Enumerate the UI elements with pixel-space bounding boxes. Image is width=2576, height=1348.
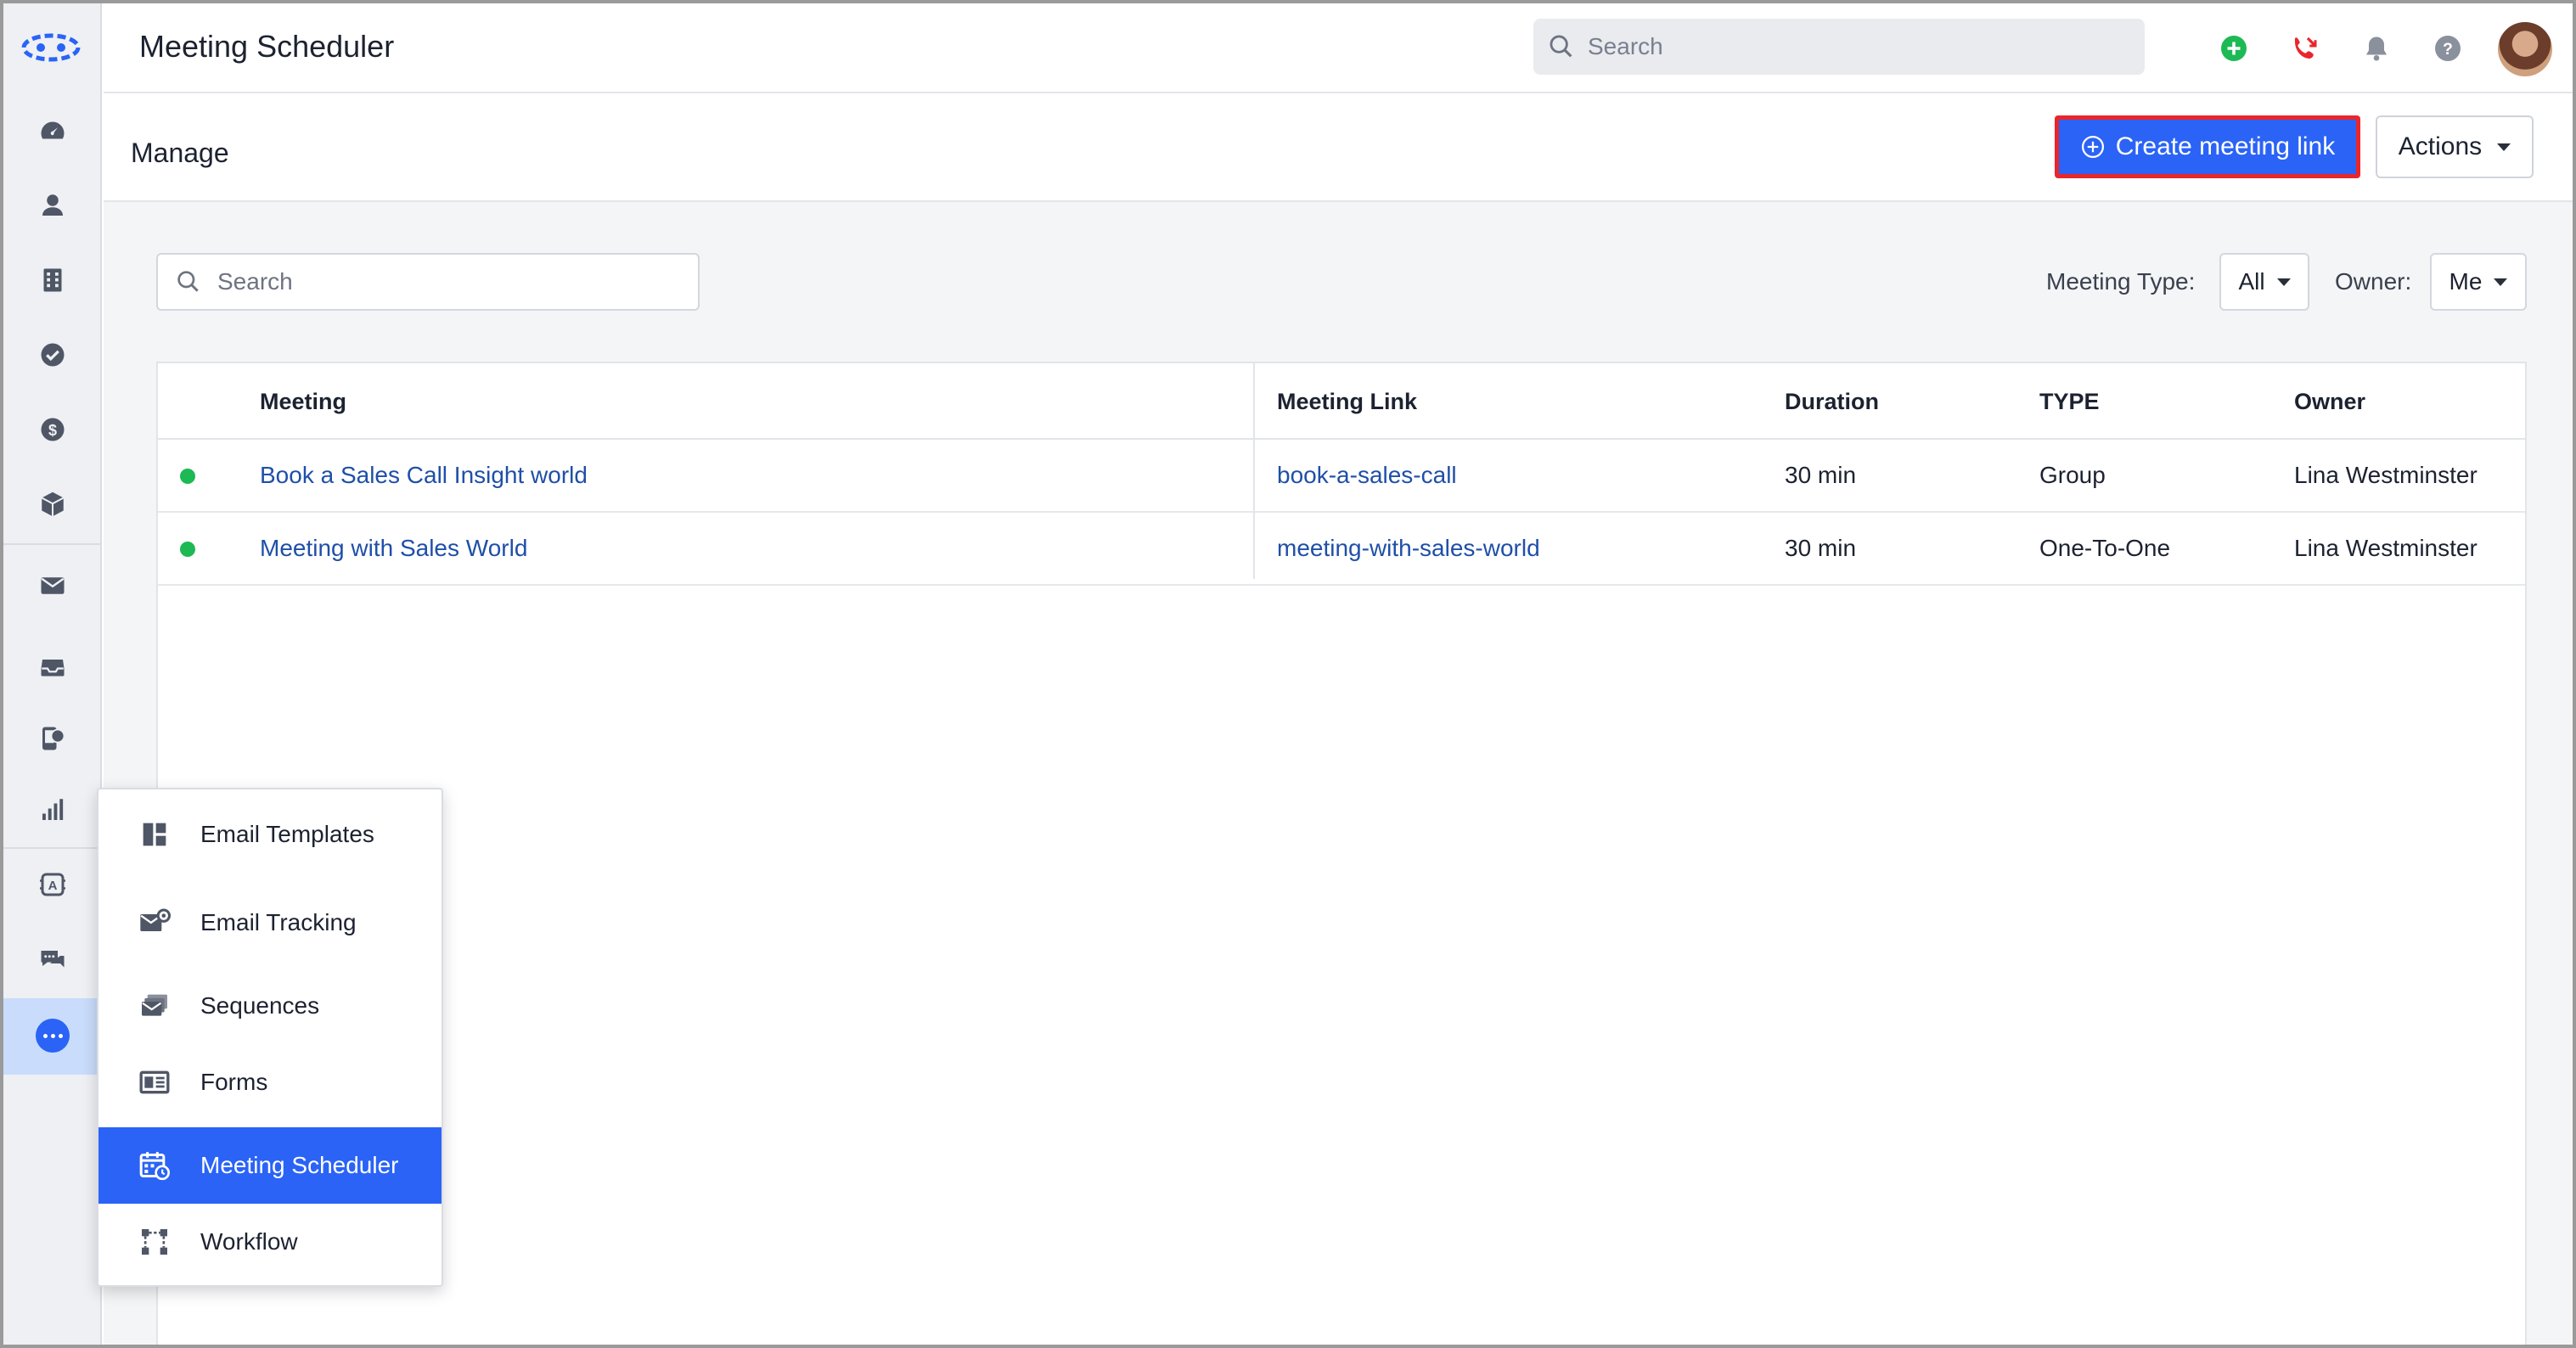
company-icon[interactable] xyxy=(34,261,71,299)
owner-select[interactable]: Me xyxy=(2430,253,2527,311)
meeting-type-label: Meeting Type: xyxy=(2046,268,2196,295)
meeting-link[interactable]: book-a-sales-call xyxy=(1277,462,1457,489)
contact-icon[interactable] xyxy=(34,187,71,224)
table-row: Meeting with Sales World meeting-with-sa… xyxy=(158,513,2525,586)
meeting-duration: 30 min xyxy=(1785,535,1857,561)
menu-item-sequences[interactable]: Sequences xyxy=(98,968,442,1044)
status-active-dot xyxy=(180,542,195,557)
meeting-owner: Lina Westminster xyxy=(2294,535,2478,561)
actions-label: Actions xyxy=(2398,132,2483,160)
app-window: $ A Meeting Scheduler Search ? Manage Cr… xyxy=(0,0,2576,1348)
svg-text:$: $ xyxy=(48,422,57,439)
ai-assistant-icon[interactable]: A xyxy=(34,866,71,903)
meeting-type-value: All xyxy=(2238,268,2265,295)
dashboard-icon[interactable] xyxy=(34,112,71,149)
owner-value: Me xyxy=(2449,268,2483,295)
deal-icon[interactable]: $ xyxy=(34,411,71,448)
manage-bar: Manage Create meeting link Actions xyxy=(104,95,2573,202)
menu-item-workflow[interactable]: Workflow xyxy=(98,1204,442,1280)
top-bar: Meeting Scheduler ? xyxy=(104,3,2573,93)
menu-item-label: Workflow xyxy=(200,1228,298,1255)
status-active-dot xyxy=(180,469,195,484)
add-circle-outline-icon xyxy=(2081,136,2104,158)
svg-text:A: A xyxy=(48,879,58,893)
header-meeting[interactable]: Meeting xyxy=(260,389,346,415)
menu-item-label: Forms xyxy=(200,1069,268,1095)
global-search-input[interactable] xyxy=(1588,33,2097,60)
global-search[interactable] xyxy=(1533,19,2145,75)
help-icon[interactable]: ? xyxy=(2432,32,2464,65)
menu-item-email-tracking[interactable]: Email Tracking xyxy=(98,885,442,961)
mail-tracking-icon xyxy=(140,908,171,931)
svg-text:?: ? xyxy=(2443,40,2453,59)
chat-icon[interactable] xyxy=(34,942,71,980)
menu-item-label: Sequences xyxy=(200,992,320,1019)
create-meeting-link-button[interactable]: Create meeting link xyxy=(2055,115,2360,178)
column-divider xyxy=(1253,363,1255,579)
table-header: Meeting Meeting Link Duration TYPE Owner xyxy=(158,363,2525,440)
meeting-type-select[interactable]: All xyxy=(2219,253,2309,311)
meeting-name-link[interactable]: Meeting with Sales World xyxy=(260,535,527,562)
table-row: Book a Sales Call Insight world book-a-s… xyxy=(158,440,2525,513)
search-icon xyxy=(1550,35,1572,58)
chevron-down-icon xyxy=(2497,143,2511,151)
content-area: Meeting Type: All Owner: Me Meeting Meet… xyxy=(104,202,2573,1345)
more-icon[interactable] xyxy=(36,1019,70,1053)
task-icon[interactable] xyxy=(34,336,71,374)
actions-button[interactable]: Actions xyxy=(2376,115,2534,178)
bell-icon[interactable] xyxy=(2360,32,2393,65)
mail-icon[interactable] xyxy=(34,567,71,604)
phone-missed-icon[interactable] xyxy=(2289,32,2321,65)
owner-label: Owner: xyxy=(2335,268,2412,295)
form-icon xyxy=(139,1070,170,1094)
header-duration[interactable]: Duration xyxy=(1785,389,1879,415)
inbox-icon[interactable] xyxy=(34,649,71,686)
meeting-type: One-To-One xyxy=(2039,535,2171,561)
meeting-search-input[interactable] xyxy=(217,268,693,295)
meeting-name-link[interactable]: Book a Sales Call Insight world xyxy=(260,462,588,489)
logo-icon[interactable] xyxy=(20,29,82,66)
sequences-icon xyxy=(142,994,167,1016)
calendar-clock-icon xyxy=(139,1152,170,1181)
template-icon xyxy=(143,823,166,846)
create-meeting-link-label: Create meeting link xyxy=(2115,132,2336,160)
meeting-duration: 30 min xyxy=(1785,462,1857,488)
phone-chat-icon[interactable] xyxy=(34,720,71,757)
menu-item-label: Email Templates xyxy=(200,821,374,847)
reports-icon[interactable] xyxy=(34,791,71,828)
page-title: Meeting Scheduler xyxy=(139,29,395,64)
avatar[interactable] xyxy=(2498,22,2552,76)
header-type[interactable]: TYPE xyxy=(2039,389,2100,415)
left-rail: $ A xyxy=(3,3,102,1345)
header-owner[interactable]: Owner xyxy=(2294,389,2365,415)
menu-item-meeting-scheduler[interactable]: Meeting Scheduler xyxy=(98,1127,442,1204)
chevron-down-icon xyxy=(2276,278,2291,286)
meetings-table: Meeting Meeting Link Duration TYPE Owner… xyxy=(156,362,2527,1345)
meeting-owner: Lina Westminster xyxy=(2294,462,2478,488)
menu-item-label: Email Tracking xyxy=(200,909,357,935)
product-icon[interactable] xyxy=(34,486,71,523)
search-icon xyxy=(177,271,199,292)
chevron-down-icon xyxy=(2494,278,2508,286)
more-apps-menu: Email Templates Email Tracking Sequences… xyxy=(97,788,443,1287)
meeting-search[interactable] xyxy=(156,253,700,311)
menu-item-label: Meeting Scheduler xyxy=(200,1152,399,1178)
menu-item-forms[interactable]: Forms xyxy=(98,1044,442,1121)
menu-item-email-templates[interactable]: Email Templates xyxy=(98,796,442,873)
section-title: Manage xyxy=(131,138,229,168)
meeting-link[interactable]: meeting-with-sales-world xyxy=(1277,535,1540,562)
add-circle-icon[interactable] xyxy=(2218,32,2250,65)
header-meeting-link[interactable]: Meeting Link xyxy=(1277,389,1417,415)
meeting-type: Group xyxy=(2039,462,2106,488)
workflow-icon xyxy=(142,1229,167,1255)
